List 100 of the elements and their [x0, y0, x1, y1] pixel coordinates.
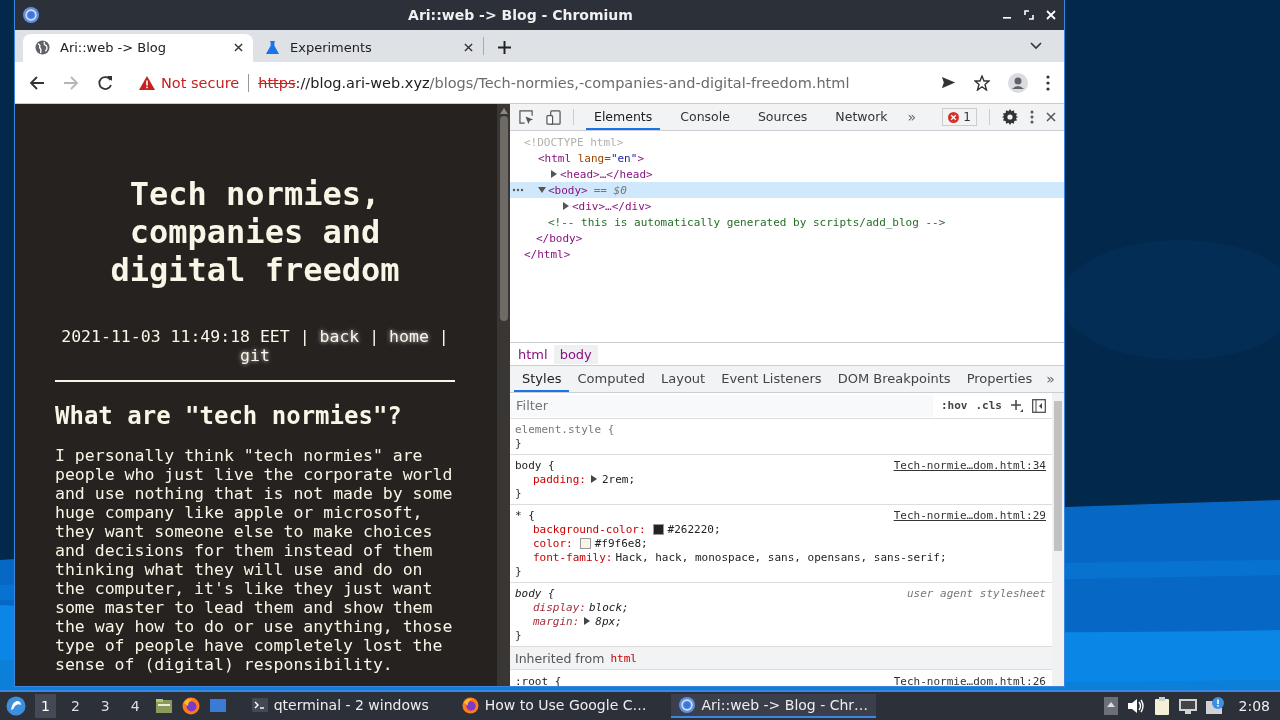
error-icon	[948, 111, 960, 123]
workspace-button[interactable]: 1	[35, 694, 56, 718]
scroll-thumb[interactable]	[499, 116, 508, 321]
breadcrumb[interactable]: body	[553, 344, 598, 364]
css-property[interactable]: background-color:	[533, 522, 646, 536]
chromium-icon	[679, 697, 696, 713]
sidebar-tab[interactable]: Layout	[653, 366, 714, 392]
clipboard-icon[interactable]	[1153, 697, 1170, 715]
css-value[interactable]: #262220;	[667, 522, 721, 536]
chevron-down-icon[interactable]	[1030, 42, 1042, 50]
send-icon[interactable]	[941, 75, 956, 90]
css-value[interactable]: block;	[589, 600, 629, 614]
dom-node[interactable]: <head>…</head>	[510, 166, 1064, 182]
nav-link[interactable]: back	[319, 327, 360, 346]
close-icon[interactable]	[464, 42, 473, 52]
source-link[interactable]: Tech-normie…dom.html:34	[893, 458, 1046, 472]
color-swatch[interactable]	[652, 523, 664, 535]
back-icon[interactable]	[29, 74, 45, 91]
notification-icon[interactable]	[1205, 697, 1224, 715]
sidebar-tab[interactable]: DOM Breakpoints	[829, 366, 959, 392]
css-value[interactable]: #f9f6e8;	[594, 536, 648, 550]
devtools-tab[interactable]: Console	[672, 104, 738, 130]
star-icon[interactable]	[974, 74, 990, 91]
sidebar-tab[interactable]: Styles	[514, 366, 570, 392]
sidebar-tab[interactable]: Event Listeners	[713, 366, 830, 392]
comment-line: <!-- this is automatically generated by scripts/add_blog -->	[548, 215, 946, 229]
class-button[interactable]: .cls	[975, 399, 1002, 412]
add-rule-icon[interactable]	[1010, 398, 1024, 413]
nav-link[interactable]: git	[240, 346, 270, 365]
css-value[interactable]: 8px;	[595, 614, 622, 628]
taskbar-task[interactable]: How to Use Google C…	[453, 693, 655, 719]
css-selector: body {	[515, 458, 555, 472]
terminal-icon	[251, 697, 268, 713]
hover-state-button[interactable]: :hov	[941, 399, 968, 412]
browser-tab[interactable]: Ari::web -> Blog	[23, 34, 253, 62]
sidebar-toggle-icon[interactable]	[1032, 398, 1046, 413]
firefox-icon[interactable]	[181, 697, 200, 715]
collapse-icon[interactable]	[538, 186, 546, 194]
taskbar-task[interactable]: qterminal - 2 windows	[243, 694, 437, 718]
inspect-icon[interactable]	[519, 109, 534, 125]
css-property[interactable]: margin:	[533, 614, 580, 628]
close-icon[interactable]	[234, 42, 243, 52]
more-icon[interactable]	[512, 188, 524, 192]
breadcrumb[interactable]: html	[512, 344, 554, 364]
filter-field[interactable]: Filter	[510, 394, 933, 417]
chromium-icon	[23, 7, 39, 23]
start-menu-icon[interactable]	[6, 696, 26, 716]
more-tabs-button[interactable]: »	[1046, 371, 1055, 387]
closing-tag: </html>	[524, 247, 571, 261]
reload-icon[interactable]	[97, 74, 113, 91]
workspace-button[interactable]: 4	[124, 694, 146, 718]
devtools-tab[interactable]: Elements	[586, 104, 661, 130]
color-swatch[interactable]	[579, 537, 591, 549]
expand-icon[interactable]	[584, 617, 591, 625]
nav-link[interactable]: home	[389, 327, 429, 346]
volume-icon[interactable]	[1126, 698, 1145, 714]
dom-node[interactable]: <body> == $0	[510, 182, 1064, 198]
settings-icon[interactable]	[1002, 109, 1018, 125]
closing-tag: </body>	[536, 231, 583, 245]
scroll-up-icon[interactable]	[499, 108, 508, 114]
browser-tab[interactable]: Experiments	[253, 34, 483, 62]
dom-node[interactable]: <div>…</div>	[510, 198, 1064, 214]
network-icon[interactable]	[1178, 698, 1197, 714]
expand-icon[interactable]	[562, 202, 570, 210]
css-value[interactable]: 2rem;	[602, 472, 636, 486]
expand-icon[interactable]	[550, 170, 558, 178]
dom-node[interactable]: <html lang="en">	[510, 150, 1064, 166]
css-property[interactable]: padding:	[533, 472, 586, 486]
new-tab-icon[interactable]	[498, 41, 511, 54]
file-manager-icon[interactable]	[154, 697, 173, 715]
profile-icon[interactable]	[1008, 72, 1028, 93]
devtools-tab[interactable]: Network	[827, 104, 896, 130]
source-link[interactable]: Tech-normie…dom.html:26	[893, 674, 1046, 686]
scrollbar[interactable]	[1052, 393, 1064, 686]
close-icon[interactable]	[1046, 112, 1056, 122]
maximize-icon[interactable]	[1024, 10, 1034, 20]
sidebar-tab[interactable]: Properties	[958, 366, 1041, 392]
source-link[interactable]: Tech-normie…dom.html:29	[893, 508, 1046, 522]
workspace-button[interactable]: 2	[64, 694, 86, 718]
clock[interactable]: 2:08	[1238, 698, 1270, 714]
security-label[interactable]: Not secure	[161, 74, 240, 91]
scroll-thumb[interactable]	[1054, 401, 1062, 551]
device-icon[interactable]	[546, 109, 561, 125]
separator: |	[369, 327, 380, 346]
css-property[interactable]: color:	[533, 536, 573, 550]
menu-icon[interactable]	[1046, 74, 1050, 91]
workspace-button[interactable]: 3	[94, 694, 116, 718]
devtools-tab[interactable]: Sources	[749, 104, 816, 130]
firefox-icon	[461, 696, 479, 714]
sidebar-tab[interactable]: Computed	[569, 366, 653, 392]
css-property[interactable]: display:	[533, 600, 586, 614]
more-tabs-button[interactable]: »	[907, 109, 917, 125]
desktop-icon[interactable]	[208, 697, 227, 715]
kebab-menu-icon[interactable]	[1030, 110, 1034, 124]
expand-icon[interactable]	[591, 475, 597, 483]
scrollbar[interactable]	[497, 104, 510, 686]
css-value[interactable]: Hack, hack, monospace, sans, opensans, sans-serif;	[615, 550, 947, 564]
error-count-button[interactable]: 1	[942, 108, 977, 126]
css-property[interactable]: font-family:	[533, 550, 613, 564]
taskbar-task[interactable]: Ari::web -> Blog - Chr…	[671, 694, 877, 718]
